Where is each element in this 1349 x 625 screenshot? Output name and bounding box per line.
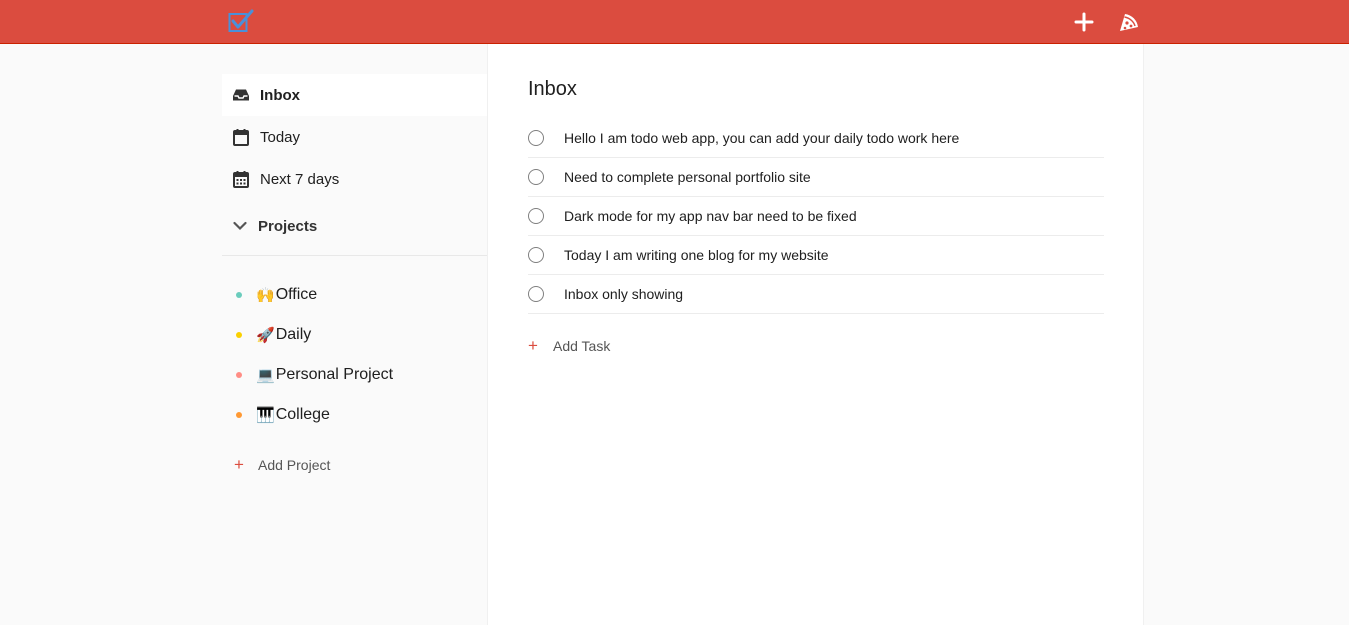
project-color-dot — [236, 332, 242, 338]
task-item: Dark mode for my app nav bar need to be … — [528, 197, 1104, 236]
calendar-week-icon — [232, 170, 250, 188]
task-item: Need to complete personal portfolio site — [528, 158, 1104, 197]
sidebar-item-label: Today — [260, 128, 301, 146]
pizza-icon[interactable] — [1117, 10, 1141, 34]
add-task-label: Add Task — [553, 338, 611, 354]
inbox-icon — [232, 86, 250, 104]
project-emoji: 🎹 — [256, 407, 275, 424]
top-bar — [0, 0, 1349, 44]
projects-label: Projects — [258, 217, 318, 235]
task-checkbox[interactable] — [528, 247, 544, 263]
sidebar-item-next-7-days[interactable]: Next 7 days — [222, 158, 487, 200]
task-checkbox[interactable] — [528, 130, 544, 146]
plus-icon[interactable] — [1072, 10, 1096, 34]
sidebar-item-inbox[interactable]: Inbox — [222, 74, 487, 116]
main-content: Inbox Hello I am todo web app, you can a… — [487, 44, 1144, 625]
add-task-button[interactable]: + Add Task — [528, 333, 610, 359]
add-project-label: Add Project — [258, 457, 331, 473]
calendar-icon — [232, 128, 250, 146]
plus-icon: + — [528, 336, 538, 355]
task-checkbox[interactable] — [528, 286, 544, 302]
project-name: Personal Project — [275, 366, 394, 383]
task-text: Inbox only showing — [564, 286, 684, 302]
sidebar: Inbox Today Next 7 days Projects 🙌 Offic… — [222, 44, 487, 625]
project-name: College — [275, 406, 330, 423]
add-project-button[interactable]: + Add Project — [222, 452, 330, 478]
sidebar-divider — [222, 255, 487, 256]
task-checkbox[interactable] — [528, 169, 544, 185]
task-text: Hello I am todo web app, you can add you… — [564, 130, 960, 146]
project-color-dot — [236, 412, 242, 418]
task-list: Hello I am todo web app, you can add you… — [528, 119, 1104, 314]
sidebar-item-today[interactable]: Today — [222, 116, 487, 158]
sidebar-item-label: Next 7 days — [260, 170, 340, 188]
project-color-dot — [236, 372, 242, 378]
plus-icon: + — [234, 455, 244, 474]
task-checkbox[interactable] — [528, 208, 544, 224]
chevron-down-icon — [232, 218, 248, 234]
project-item-daily[interactable]: 🚀 Daily — [222, 317, 487, 353]
project-emoji: 🙌 — [256, 287, 275, 304]
project-item-office[interactable]: 🙌 Office — [222, 277, 487, 313]
task-text: Today I am writing one blog for my websi… — [564, 247, 829, 263]
project-color-dot — [236, 292, 242, 298]
project-emoji: 💻 — [256, 367, 275, 384]
sidebar-item-label: Inbox — [260, 86, 300, 104]
project-emoji: 🚀 — [256, 327, 275, 344]
task-item: Inbox only showing — [528, 275, 1104, 314]
checkbox-logo-icon[interactable] — [228, 9, 254, 33]
project-name: Office — [275, 286, 318, 303]
project-name: Daily — [275, 326, 312, 343]
task-item: Hello I am todo web app, you can add you… — [528, 119, 1104, 158]
project-item-personal-project[interactable]: 💻 Personal Project — [222, 357, 487, 393]
task-text: Dark mode for my app nav bar need to be … — [564, 208, 857, 224]
projects-toggle[interactable]: Projects — [222, 206, 487, 246]
project-item-college[interactable]: 🎹 College — [222, 397, 487, 433]
task-text: Need to complete personal portfolio site — [564, 169, 811, 185]
page-title: Inbox — [528, 78, 577, 100]
task-item: Today I am writing one blog for my websi… — [528, 236, 1104, 275]
